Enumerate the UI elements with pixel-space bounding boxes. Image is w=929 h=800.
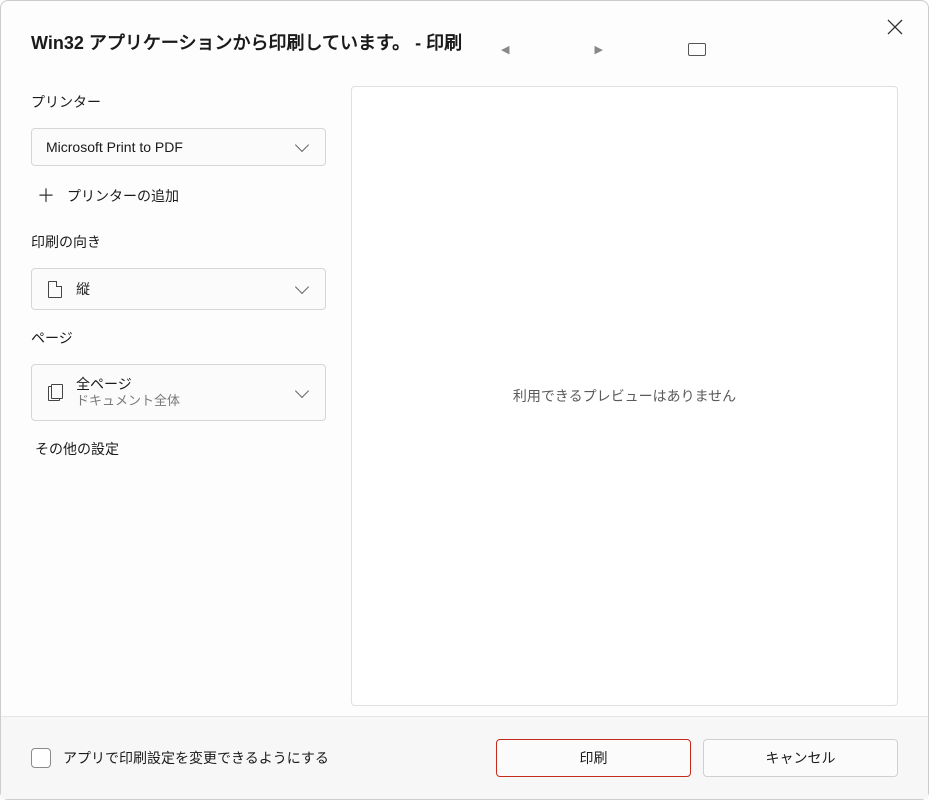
dialog-title: Win32 アプリケーションから印刷しています。 - 印刷	[31, 29, 462, 55]
portrait-icon	[46, 281, 64, 298]
printer-selected-value: Microsoft Print to PDF	[46, 139, 285, 155]
allow-app-change-checkbox[interactable]	[31, 748, 51, 768]
fit-page-icon[interactable]	[688, 43, 706, 56]
prev-page-icon[interactable]: ◀	[501, 43, 509, 56]
plus-icon: ＋	[37, 187, 53, 205]
printer-section-label: プリンター	[31, 92, 326, 112]
printer-select[interactable]: Microsoft Print to PDF	[31, 128, 326, 166]
pages-select[interactable]: 全ページ ドキュメント全体	[31, 364, 326, 421]
chevron-down-icon	[295, 280, 309, 294]
pages-section-label: ページ	[31, 328, 326, 348]
orientation-selected-value: 縦	[76, 279, 285, 299]
add-printer-label: プリンターの追加	[67, 186, 179, 206]
chevron-down-icon	[295, 138, 309, 152]
orientation-section-label: 印刷の向き	[31, 232, 326, 252]
cancel-button[interactable]: キャンセル	[703, 739, 898, 777]
orientation-select[interactable]: 縦	[31, 268, 326, 310]
print-button[interactable]: 印刷	[496, 739, 691, 777]
more-settings-link[interactable]: その他の設定	[31, 433, 326, 465]
pages-selected-value: 全ページ	[76, 375, 180, 393]
close-button[interactable]	[887, 19, 903, 35]
add-printer-button[interactable]: ＋ プリンターの追加	[31, 178, 326, 214]
next-page-icon[interactable]: ▶	[594, 43, 602, 56]
pages-selected-subtitle: ドキュメント全体	[76, 393, 180, 410]
preview-empty-message: 利用できるプレビューはありません	[513, 386, 736, 406]
chevron-down-icon	[295, 383, 309, 397]
preview-pane: 利用できるプレビューはありません	[351, 86, 898, 706]
allow-app-change-label: アプリで印刷設定を変更できるようにする	[63, 748, 484, 768]
pages-icon	[46, 384, 64, 401]
